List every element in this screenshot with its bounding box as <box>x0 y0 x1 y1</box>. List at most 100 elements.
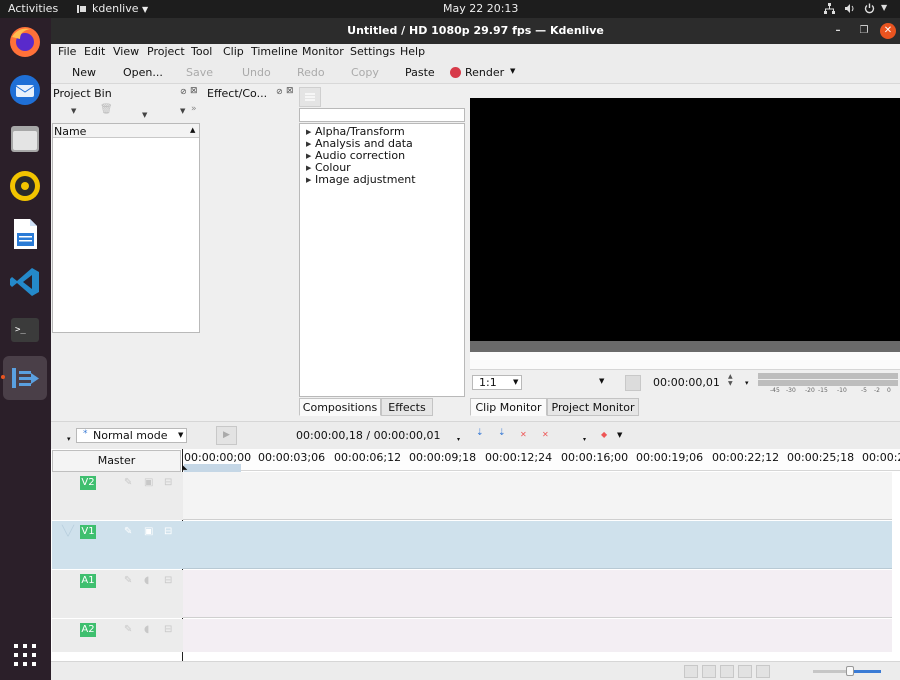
render-menu-chevron-icon[interactable]: ▼ <box>510 67 515 75</box>
track-v2[interactable] <box>183 472 892 520</box>
writer-icon[interactable] <box>6 215 44 253</box>
minimize-icon[interactable]: – <box>830 23 846 39</box>
menu-clip[interactable]: Clip <box>223 45 244 58</box>
tree-item-image-adjustment[interactable]: ▶ Image adjustment <box>306 173 416 186</box>
menu-help[interactable]: Help <box>400 45 425 58</box>
activities-button[interactable]: Activities <box>8 2 58 15</box>
edit-mode-select[interactable]: * Normal mode ▼ <box>76 428 187 443</box>
open-button[interactable]: Open... <box>123 66 163 79</box>
status-tool-icon[interactable] <box>684 665 698 678</box>
track-v1[interactable] <box>183 521 892 569</box>
master-button[interactable]: Master <box>52 450 181 472</box>
kdenlive-icon[interactable] <box>6 359 44 397</box>
mute-track-icon[interactable]: ◖ <box>144 575 149 586</box>
menu-file[interactable]: File <box>58 45 76 58</box>
undo-button[interactable]: Undo <box>242 66 271 79</box>
lift-icon[interactable]: ✕ <box>520 430 527 439</box>
track-name-badge[interactable]: A2 <box>80 623 96 637</box>
clock[interactable]: May 22 20:13 <box>443 2 518 15</box>
close-panel-icon[interactable]: ⊠ <box>190 86 198 96</box>
menu-monitor[interactable]: Monitor <box>302 45 344 58</box>
status-tool-icon[interactable] <box>738 665 752 678</box>
monitor-timeline-strip[interactable] <box>470 352 900 370</box>
more-tools-icon[interactable]: » <box>191 104 197 114</box>
menu-tool[interactable]: Tool <box>191 45 212 58</box>
split-options-chevron-icon[interactable]: ▾ <box>583 436 586 443</box>
save-button[interactable]: Save <box>186 66 213 79</box>
zoom-select[interactable]: 1:1 ▼ <box>472 375 522 390</box>
status-tool-icon[interactable] <box>756 665 770 678</box>
close-panel-icon[interactable]: ⊠ <box>286 86 294 96</box>
terminal-icon[interactable]: >_ <box>6 311 44 349</box>
redo-button[interactable]: Redo <box>297 66 325 79</box>
undock-icon[interactable]: ⊘ <box>180 87 187 96</box>
zoom-slider[interactable] <box>813 666 881 676</box>
menu-settings[interactable]: Settings <box>350 45 395 58</box>
rhythmbox-icon[interactable] <box>6 167 44 205</box>
vscode-icon[interactable] <box>6 263 44 301</box>
effects-options-chevron-icon[interactable]: ▼ <box>180 107 185 115</box>
track-header-a2[interactable]: A2 ✎ ◖ ⊟ <box>52 619 183 652</box>
undock-icon[interactable]: ⊘ <box>276 87 283 96</box>
track-name-badge[interactable]: A1 <box>80 574 96 588</box>
lock-track-icon[interactable]: ⊟ <box>164 477 172 488</box>
thunderbird-icon[interactable] <box>6 71 44 109</box>
collapse-track-icon[interactable]: ╲╱ <box>62 526 74 537</box>
copy-button[interactable]: Copy <box>351 66 379 79</box>
hide-track-icon[interactable]: ▣ <box>144 526 153 537</box>
tab-clip-monitor[interactable]: Clip Monitor <box>470 398 547 416</box>
lock-track-icon[interactable]: ⊟ <box>164 575 172 586</box>
track-a2[interactable] <box>183 619 892 652</box>
menu-project[interactable]: Project <box>147 45 185 58</box>
overwrite-icon[interactable]: ⇣ <box>498 428 506 438</box>
close-icon[interactable]: ✕ <box>880 23 896 39</box>
edit-track-icon[interactable]: ✎ <box>124 575 132 586</box>
add-clip-chevron-icon[interactable]: ▼ <box>71 107 76 115</box>
firefox-icon[interactable] <box>6 23 44 61</box>
marker-chevron-icon[interactable]: ▼ <box>617 431 622 439</box>
menu-view[interactable]: View <box>113 45 139 58</box>
tab-project-monitor[interactable]: Project Monitor <box>547 398 639 416</box>
new-button[interactable]: New <box>72 66 96 79</box>
insert-icon[interactable]: ⇣ <box>476 428 484 438</box>
monitor-timecode[interactable]: 00:00:00,01 <box>653 376 720 389</box>
track-name-badge[interactable]: V1 <box>80 525 96 539</box>
effects-menu-icon[interactable] <box>299 87 321 107</box>
tab-compositions[interactable]: Compositions <box>299 398 381 416</box>
files-icon[interactable] <box>6 119 44 157</box>
volume-icon[interactable] <box>844 3 856 17</box>
monitor-video-area[interactable] <box>470 98 900 341</box>
edit-track-icon[interactable]: ✎ <box>124 526 132 537</box>
status-tool-icon[interactable] <box>702 665 716 678</box>
monitor-menu-chevron-icon[interactable]: ▾ <box>745 379 749 387</box>
play-button[interactable]: ▶ <box>216 426 237 445</box>
monitor-seek-bar[interactable] <box>470 341 900 352</box>
lock-track-icon[interactable]: ⊟ <box>164 526 172 537</box>
bin-options-chevron-icon[interactable]: ▼ <box>142 111 147 119</box>
edit-track-icon[interactable]: ✎ <box>124 624 132 635</box>
track-header-a1[interactable]: A1 ✎ ◖ ⊟ <box>52 570 183 618</box>
effects-search-input[interactable] <box>299 108 465 122</box>
project-bin-list[interactable]: Name ▲ <box>52 123 200 333</box>
edit-track-icon[interactable]: ✎ <box>124 477 132 488</box>
tab-effects[interactable]: Effects <box>381 398 433 416</box>
marker-icon[interactable]: ◆ <box>601 430 607 439</box>
position-chevron-icon[interactable]: ▾ <box>457 436 460 443</box>
hide-track-icon[interactable]: ▣ <box>144 477 153 488</box>
timeline-menu-chevron-icon[interactable]: ▾ <box>67 435 71 443</box>
delete-clip-icon[interactable]: 🗑 <box>100 104 113 115</box>
render-button[interactable]: Render <box>465 66 504 79</box>
show-applications-icon[interactable] <box>14 644 36 666</box>
paste-button[interactable]: Paste <box>405 66 435 79</box>
track-a1[interactable] <box>183 570 892 618</box>
track-name-badge[interactable]: V2 <box>80 476 96 490</box>
app-menu-button[interactable]: kdenlive ▼ <box>92 2 148 15</box>
extract-icon[interactable]: ✕ <box>542 430 549 439</box>
timecode-stepper-icon[interactable]: ▲ ▼ <box>728 373 733 387</box>
timeline-position[interactable]: 00:00:00,18 / 00:00:00,01 <box>296 429 441 442</box>
track-header-v2[interactable]: V2 ✎ ▣ ⊟ <box>52 472 183 520</box>
status-tool-icon[interactable] <box>720 665 734 678</box>
zoom-slider-handle[interactable] <box>846 666 854 676</box>
mute-track-icon[interactable]: ◖ <box>144 624 149 635</box>
menu-edit[interactable]: Edit <box>84 45 105 58</box>
